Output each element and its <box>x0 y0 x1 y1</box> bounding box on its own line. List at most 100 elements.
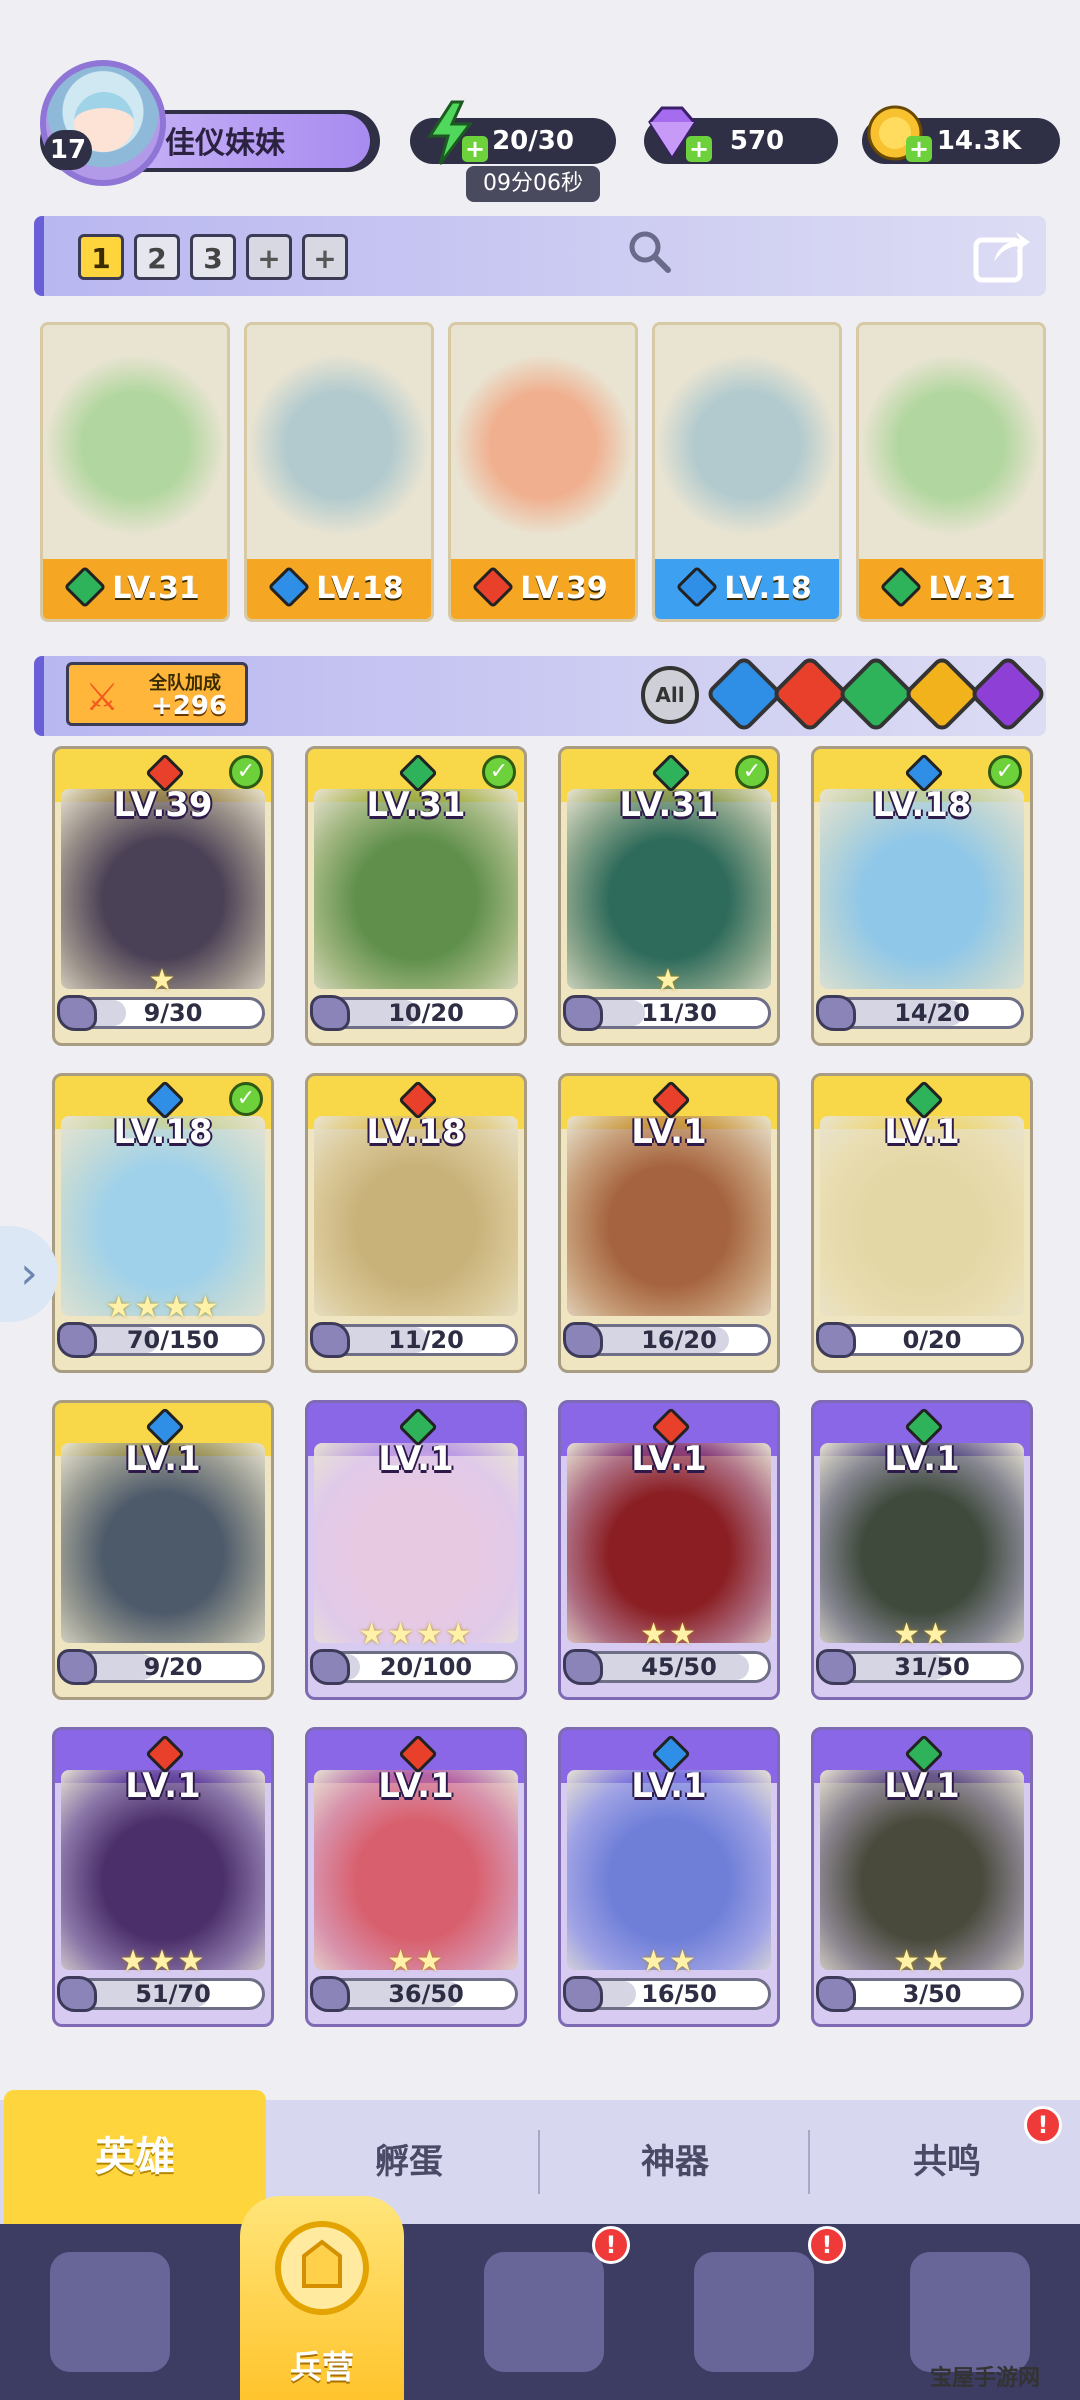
hero-level: LV.1 <box>631 1439 707 1479</box>
team-hero-card[interactable]: LV.39 <box>448 322 638 622</box>
team-bonus-panel[interactable]: ⚔ 全队加成 +296 <box>66 662 248 726</box>
team-slot-add-2[interactable]: + <box>302 234 348 280</box>
hero-card[interactable]: LV.1 ★★ 3/50 <box>811 1727 1033 2027</box>
cards-nav-icon[interactable] <box>50 2252 170 2372</box>
hero-card[interactable]: LV.1 9/20 <box>52 1400 274 1700</box>
subtab-heroes[interactable]: 英雄 <box>4 2090 266 2224</box>
water-element-icon <box>676 565 719 609</box>
in-team-check-icon: ✓ <box>229 755 263 789</box>
filter-all[interactable]: All <box>641 666 699 724</box>
search-icon[interactable] <box>624 226 674 287</box>
resonance-alert-icon: ! <box>1024 2106 1062 2144</box>
hero-shard-icon <box>310 995 350 1031</box>
in-team-check-icon: ✓ <box>988 755 1022 789</box>
shard-progress-text: 16/50 <box>641 1980 717 2008</box>
guild-nav-icon[interactable] <box>910 2252 1030 2372</box>
team-slot-2[interactable]: 2 <box>134 234 180 280</box>
shrine-alert-icon: ! <box>808 2226 846 2264</box>
map-nav-icon[interactable] <box>484 2252 604 2372</box>
water-element-icon <box>268 565 311 609</box>
hero-card[interactable]: LV.1 ★★ 31/50 <box>811 1400 1033 1700</box>
in-team-check-icon: ✓ <box>229 1082 263 1116</box>
hero-card[interactable]: LV.1 ★★ 36/50 <box>305 1727 527 2027</box>
shard-progress-text: 0/20 <box>902 1326 962 1354</box>
side-expand-tab[interactable]: › <box>0 1226 58 1322</box>
hero-shard-icon <box>563 995 603 1031</box>
hero-shard-icon <box>57 1976 97 2012</box>
hero-shard-icon <box>816 1649 856 1685</box>
hero-level: LV.1 <box>125 1766 201 1806</box>
shard-progress-text: 11/20 <box>388 1326 464 1354</box>
hero-shard-icon <box>563 1322 603 1358</box>
subtab-artifacts[interactable]: 神器 <box>544 2100 806 2224</box>
team-bonus-value: +296 <box>151 691 228 721</box>
team-slot-add-1[interactable]: + <box>246 234 292 280</box>
shard-progress-text: 10/20 <box>388 999 464 1027</box>
coin-plus-icon[interactable]: + <box>906 136 932 162</box>
hero-level: LV.18 <box>113 1112 213 1152</box>
in-team-check-icon: ✓ <box>735 755 769 789</box>
hero-card[interactable]: LV.1 ★★★★ 20/100 <box>305 1400 527 1700</box>
team-hero-level-text: LV.18 <box>316 571 404 606</box>
wind-element-icon <box>64 565 107 609</box>
shard-progress-text: 36/50 <box>388 1980 464 2008</box>
hero-card[interactable]: ✓ LV.18 ★★★★ 70/150 <box>52 1073 274 1373</box>
shard-progress-text: 14/20 <box>894 999 970 1027</box>
star-rating: ★★ <box>640 1944 698 1979</box>
hero-card[interactable]: LV.1 ★★★ 51/70 <box>52 1727 274 2027</box>
shard-progress-text: 9/30 <box>143 999 203 1027</box>
shard-progress-text: 20/100 <box>379 1653 473 1681</box>
team-slot-1[interactable]: 1 <box>78 234 124 280</box>
tab-divider <box>808 2130 810 2194</box>
watermark: 宝屋手游网 <box>930 2366 1041 2391</box>
team-hero-level: LV.31 <box>43 559 227 619</box>
gem-plus-icon[interactable]: + <box>686 136 712 162</box>
hero-shard-icon <box>563 1649 603 1685</box>
hero-level: LV.31 <box>619 785 719 825</box>
hero-card[interactable]: ✓ LV.31 10/20 <box>305 746 527 1046</box>
hero-portrait <box>247 325 431 565</box>
hero-portrait <box>43 325 227 565</box>
hero-level: LV.18 <box>366 1112 466 1152</box>
shard-progress-text: 51/70 <box>135 1980 211 2008</box>
hero-card[interactable]: ✓ LV.39 ★ 9/30 <box>52 746 274 1046</box>
map-alert-icon: ! <box>592 2226 630 2264</box>
hero-card[interactable]: LV.1 16/20 <box>558 1073 780 1373</box>
hero-portrait <box>859 325 1043 565</box>
hero-card[interactable]: LV.1 0/20 <box>811 1073 1033 1373</box>
energy-plus-icon[interactable]: + <box>462 136 488 162</box>
star-rating: ★★★★ <box>105 1290 221 1325</box>
hero-card[interactable]: ✓ LV.18 14/20 <box>811 746 1033 1046</box>
hero-level: LV.1 <box>884 1112 960 1152</box>
share-icon[interactable] <box>972 224 1032 295</box>
team-slot-3[interactable]: 3 <box>190 234 236 280</box>
team-hero-card[interactable]: LV.31 <box>40 322 230 622</box>
team-hero-level: LV.18 <box>655 559 839 619</box>
hero-level: LV.1 <box>631 1766 707 1806</box>
hero-level: LV.1 <box>631 1112 707 1152</box>
hero-card[interactable]: LV.18 11/20 <box>305 1073 527 1373</box>
hero-shard-icon <box>816 995 856 1031</box>
team-hero-card[interactable]: LV.18 <box>652 322 842 622</box>
sword-icon: ⚔ <box>85 675 120 719</box>
hero-card[interactable]: LV.1 ★★ 45/50 <box>558 1400 780 1700</box>
shard-progress-text: 16/20 <box>641 1326 717 1354</box>
hero-shard-icon <box>816 1322 856 1358</box>
hero-shard-icon <box>563 1976 603 2012</box>
shard-progress-text: 31/50 <box>894 1653 970 1681</box>
star-rating: ★ <box>654 963 684 998</box>
team-hero-card[interactable]: LV.18 <box>244 322 434 622</box>
star-rating: ★★ <box>387 1944 445 1979</box>
hero-shard-icon <box>816 1976 856 2012</box>
hero-level: LV.39 <box>113 785 213 825</box>
energy-timer: 09分06秒 <box>466 166 600 202</box>
team-hero-level-text: LV.39 <box>520 571 608 606</box>
barracks-nav-button[interactable]: 兵营 <box>240 2196 404 2400</box>
hero-card[interactable]: LV.1 ★★ 16/50 <box>558 1727 780 2027</box>
team-hero-card[interactable]: LV.31 <box>856 322 1046 622</box>
star-rating: ★★★★ <box>358 1617 474 1652</box>
shard-progress-text: 70/150 <box>126 1326 220 1354</box>
shrine-nav-icon[interactable] <box>694 2252 814 2372</box>
hero-card[interactable]: ✓ LV.31 ★ 11/30 <box>558 746 780 1046</box>
barracks-icon <box>275 2221 369 2315</box>
